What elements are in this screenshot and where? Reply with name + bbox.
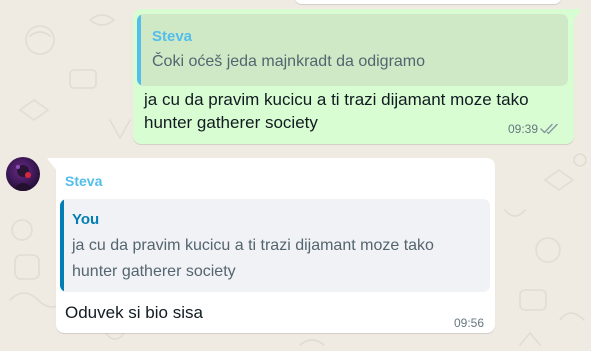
previous-message-bubble-edge xyxy=(294,0,562,4)
incoming-message-bubble[interactable]: Steva You ja cu da pravim kucicu a ti tr… xyxy=(56,158,495,333)
quoted-message[interactable]: You ja cu da pravim kucicu a ti trazi di… xyxy=(60,199,490,292)
quoted-message[interactable]: Steva Čoki oćeš jeda majnkradt da odigra… xyxy=(137,14,568,86)
sender-name[interactable]: Steva xyxy=(65,173,102,189)
quoted-message-text: Čoki oćeš jeda majnkradt da odigramo xyxy=(152,53,426,70)
message-text: Oduvek si bio sisa xyxy=(65,303,203,322)
message-text: ja cu da pravim kucicu a ti trazi dijama… xyxy=(144,90,529,132)
contact-avatar[interactable] xyxy=(6,157,40,191)
message-timestamp: 09:39 xyxy=(508,122,539,136)
quote-accent-bar xyxy=(60,199,64,292)
quote-accent-bar xyxy=(137,14,141,86)
outgoing-message-bubble[interactable]: Steva Čoki oćeš jeda majnkradt da odigra… xyxy=(133,9,574,144)
double-check-icon xyxy=(540,123,558,134)
quoted-sender-name: You xyxy=(72,211,100,228)
quoted-sender-name: Steva xyxy=(152,28,193,45)
quoted-message-text: ja cu da pravim kucicu a ti trazi dijama… xyxy=(72,237,434,280)
message-timestamp: 09:56 xyxy=(454,316,485,330)
avatar-image xyxy=(6,157,40,191)
